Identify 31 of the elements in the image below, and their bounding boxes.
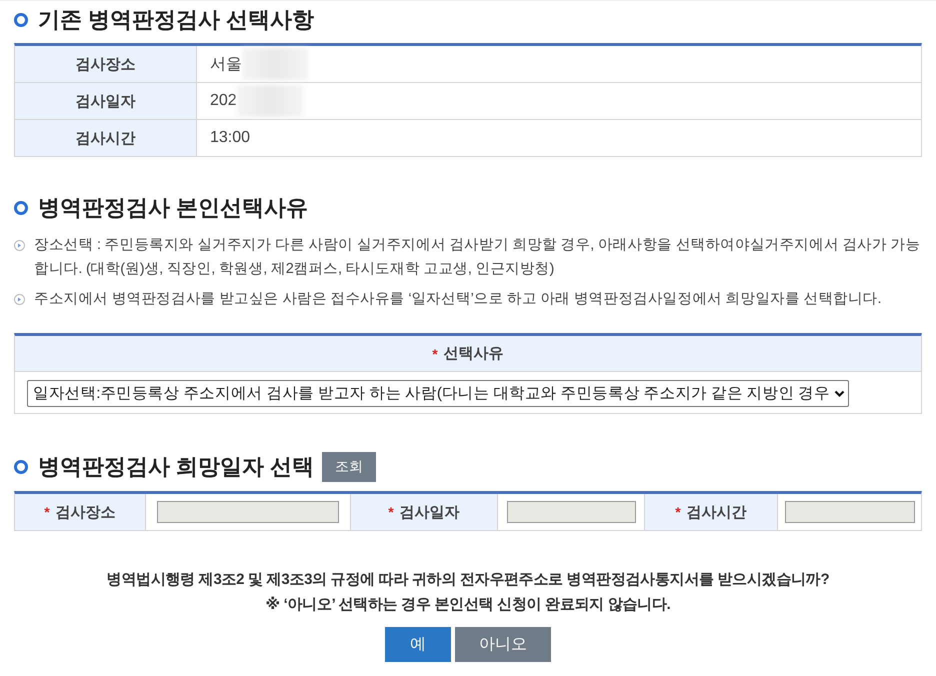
table-header-cell: 검사일자 <box>15 83 197 119</box>
required-mark: * <box>675 504 681 520</box>
chevron-icon <box>834 390 845 398</box>
required-mark: * <box>388 504 394 520</box>
confirmation-text: ※ ‘아니오’ 선택하는 경우 본인선택 신청이 완료되지 않습니다. <box>264 595 672 615</box>
section-title: 기존 병역판정검사 선택사항 <box>38 6 314 34</box>
ring-icon <box>14 13 28 27</box>
confirmation-text: 병역법시행령 제3조2 및 제3조3의 규정에 따라 귀하의 전자우편주소로 병역판정검사통지서를 받으시겠습니까? <box>106 570 830 590</box>
note-text: 주소지에서 병역판정검사를 받고싶은 사람은 접수사유를 ‘일자선택’으로 하고 아래 병역판정검사일정에서 희망일자를 선택합니다. <box>34 290 882 309</box>
table-header-cell: 검사장소 <box>15 46 197 82</box>
field-label: 검사장소 <box>56 502 116 522</box>
required-mark: * <box>432 346 438 362</box>
section-title: 병역판정검사 본인선택사유 <box>38 194 308 222</box>
table-cell: 202 <box>210 92 237 110</box>
no-button[interactable]: 아니오 <box>455 627 551 662</box>
field-label: 선택사유 <box>444 344 504 363</box>
required-mark: * <box>44 504 50 520</box>
section-title: 병역판정검사 희망일자 선택 <box>38 453 314 481</box>
yes-button[interactable]: 예 <box>385 627 451 662</box>
bullet-icon <box>14 240 25 251</box>
table-cell: 13:00 <box>210 129 250 147</box>
note-text: 장소선택 : 주민등록지와 실거주지가 다른 사람이 실거주지에서 검사받기 희망할 경우, 아래사항을 선택하여야실거주지에서 검사가 가능합니다. (대학(원)생, 직장인, 학원생, 제2캠퍼스, 타시도재학 고교생, 인근지방청) <box>34 236 922 279</box>
bullet-icon <box>14 294 25 305</box>
lookup-button[interactable]: 조회 <box>322 452 376 482</box>
table-cell-text: 서울 <box>210 54 242 74</box>
ring-icon <box>14 460 28 474</box>
field-label: 검사시간 <box>686 502 747 522</box>
ring-icon <box>14 201 28 215</box>
table-header-cell: 검사시간 <box>15 120 197 156</box>
field-label: 검사일자 <box>400 502 460 522</box>
reason-dropdown[interactable]: 일자선택:주민등록상 주소지에서 검사를 받고자 하는 사람(다니는 대학교와 주민등록상 주소지가 같은 지방인 경우 <box>27 380 849 407</box>
